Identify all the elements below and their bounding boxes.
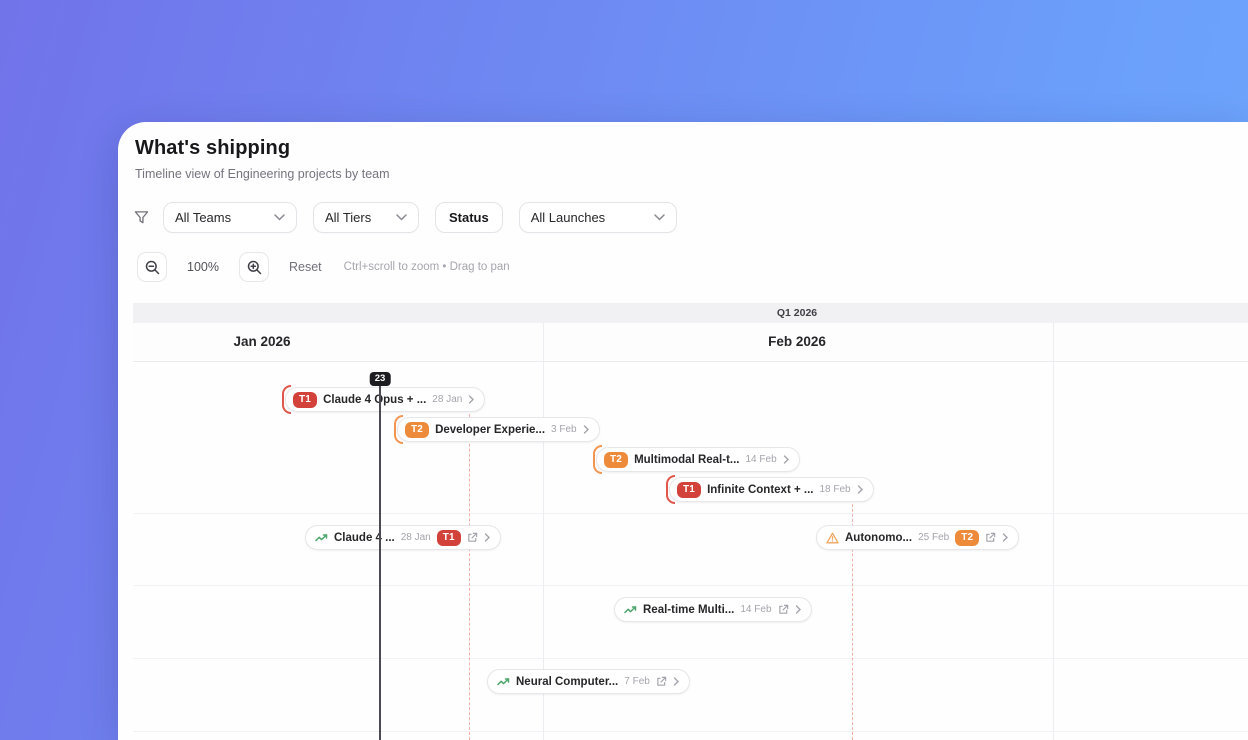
chevron-right-icon xyxy=(469,395,475,404)
item-title: Developer Experie... xyxy=(435,423,546,436)
milestone-start-bracket xyxy=(593,445,602,474)
warning-icon xyxy=(826,532,839,543)
zoom-in-button[interactable] xyxy=(239,252,269,282)
today-marker-line xyxy=(379,378,381,740)
timeline-item-launch[interactable]: Claude 4 ... 28 Jan T1 xyxy=(305,525,501,550)
external-link-icon xyxy=(468,532,478,542)
timeline-item-launch[interactable]: Autonomo... 25 Feb T2 xyxy=(816,525,1020,550)
lane-separator xyxy=(133,513,1248,514)
filter-bar: All Teams All Tiers Status All Launches xyxy=(134,202,693,233)
chevron-right-icon xyxy=(795,605,801,614)
quarter-header-band: Q1 2026 xyxy=(133,303,1248,323)
zoom-toolbar: 100% Reset Ctrl+scroll to zoom • Drag to… xyxy=(137,252,510,282)
milestone-start-bracket xyxy=(282,385,291,414)
timeline-item-launch[interactable]: Neural Computer... 7 Feb xyxy=(487,669,690,694)
trend-up-icon xyxy=(624,606,637,614)
timeline-item-launch[interactable]: Real-time Multi... 14 Feb xyxy=(614,597,812,622)
tier-badge: T2 xyxy=(955,529,980,546)
item-title: Autonomo... xyxy=(845,531,913,544)
tier-badge: T2 xyxy=(604,451,629,468)
lane-separator xyxy=(133,731,1248,732)
item-title: Real-time Multi... xyxy=(643,603,735,616)
item-date: 3 Feb xyxy=(551,424,577,435)
item-title: Neural Computer... xyxy=(516,675,619,688)
chevron-down-icon xyxy=(396,214,407,221)
chevron-right-icon xyxy=(484,533,490,542)
timeline-item-milestone[interactable]: T1 Infinite Context + ... 18 Feb xyxy=(666,475,874,504)
quarter-label: Q1 2026 xyxy=(776,307,818,319)
lane-separator xyxy=(133,658,1248,659)
item-title: Multimodal Real-t... xyxy=(634,453,740,466)
tier-badge: T1 xyxy=(677,481,702,498)
filter-funnel-icon xyxy=(134,211,149,224)
external-link-icon xyxy=(778,604,788,614)
chevron-right-icon xyxy=(1003,533,1009,542)
page-background: { "page": { "title": "What's shipping", … xyxy=(0,0,1248,740)
tier-badge: T1 xyxy=(293,391,318,408)
milestone-start-bracket xyxy=(394,415,403,444)
month-gridline xyxy=(1053,323,1054,740)
status-filter-label: Status xyxy=(449,210,489,225)
chevron-down-icon xyxy=(274,214,285,221)
external-link-icon xyxy=(657,676,667,686)
milestone-date-dashed-line xyxy=(469,409,470,740)
status-filter-button[interactable]: Status xyxy=(435,202,503,233)
timeline-item-milestone[interactable]: T1 Claude 4 Opus + ... 28 Jan xyxy=(282,385,486,414)
item-date: 14 Feb xyxy=(740,604,772,615)
item-title: Infinite Context + ... xyxy=(707,483,814,496)
zoom-out-icon xyxy=(145,260,159,274)
month-header-row: Jan 2026 Feb 2026 xyxy=(133,323,1248,362)
reset-zoom-button[interactable]: Reset xyxy=(289,260,322,274)
teams-filter-select[interactable]: All Teams xyxy=(163,202,297,233)
item-date: 14 Feb xyxy=(745,454,777,465)
chevron-right-icon xyxy=(583,425,589,434)
whats-shipping-panel: What's shipping Timeline view of Enginee… xyxy=(118,122,1248,740)
page-subtitle: Timeline view of Engineering projects by… xyxy=(135,167,390,181)
month-label-feb: Feb 2026 xyxy=(768,334,826,349)
zoom-out-button[interactable] xyxy=(137,252,167,282)
page-title: What's shipping xyxy=(135,137,291,159)
timeline-canvas[interactable]: Q1 2026 Jan 2026 Feb 2026 23 T1 Claude 4… xyxy=(133,303,1248,740)
zoom-level-value: 100% xyxy=(187,260,219,274)
item-date: 7 Feb xyxy=(624,676,650,687)
milestone-start-bracket xyxy=(666,475,675,504)
lane-separator xyxy=(133,585,1248,586)
item-date: 25 Feb xyxy=(918,532,950,543)
tier-badge: T2 xyxy=(405,421,430,438)
month-label-jan: Jan 2026 xyxy=(233,334,291,349)
tiers-filter-value: All Tiers xyxy=(325,210,372,225)
item-date: 28 Jan xyxy=(400,532,431,543)
launches-filter-select[interactable]: All Launches xyxy=(518,202,677,233)
trend-up-icon xyxy=(315,534,328,542)
zoom-in-icon xyxy=(247,260,261,274)
item-title: Claude 4 Opus + ... xyxy=(323,393,427,406)
chevron-right-icon xyxy=(857,485,863,494)
external-link-icon xyxy=(986,532,996,542)
timeline-item-milestone[interactable]: T2 Developer Experie... 3 Feb xyxy=(394,415,600,444)
today-marker-badge: 23 xyxy=(369,372,391,387)
item-title: Claude 4 ... xyxy=(334,531,395,544)
item-date: 18 Feb xyxy=(819,484,851,495)
tier-badge: T1 xyxy=(436,529,461,546)
tiers-filter-select[interactable]: All Tiers xyxy=(313,202,419,233)
timeline-item-milestone[interactable]: T2 Multimodal Real-t... 14 Feb xyxy=(593,445,800,474)
launches-filter-value: All Launches xyxy=(530,210,606,225)
teams-filter-value: All Teams xyxy=(175,210,232,225)
zoom-hint-text: Ctrl+scroll to zoom • Drag to pan xyxy=(343,261,510,273)
trend-up-icon xyxy=(497,678,510,686)
item-date: 28 Jan xyxy=(432,394,463,405)
chevron-down-icon xyxy=(653,214,665,221)
chevron-right-icon xyxy=(783,455,789,464)
chevron-right-icon xyxy=(673,677,679,686)
